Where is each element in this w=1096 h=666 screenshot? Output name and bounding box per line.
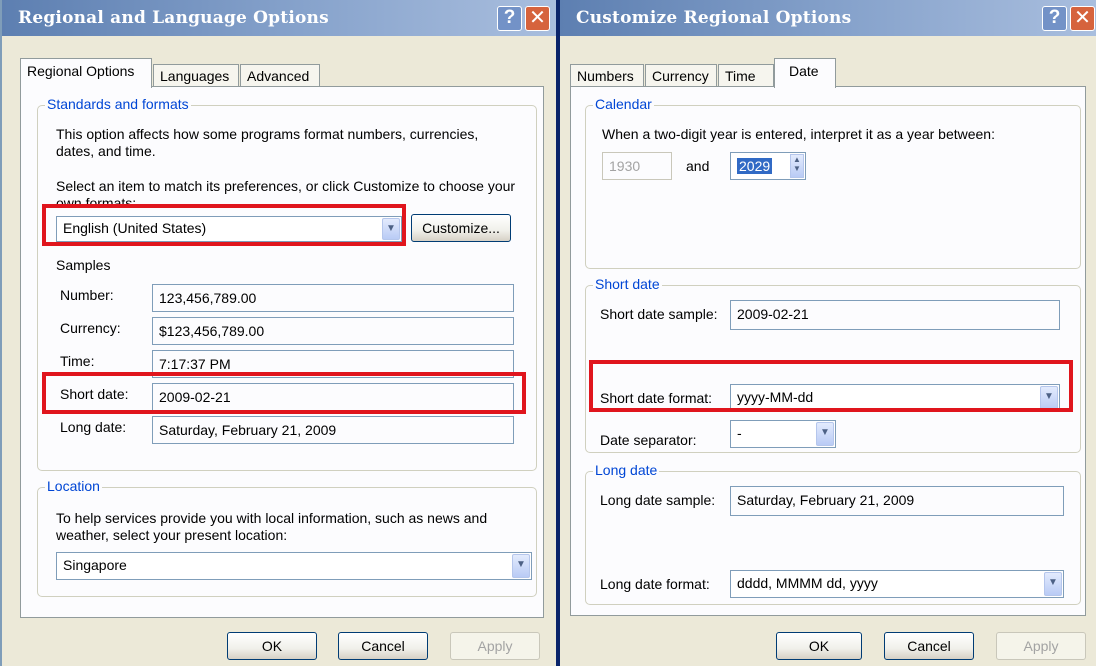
apply-button[interactable]: Apply [996, 632, 1086, 660]
location-dropdown[interactable]: Singapore ▼ [56, 552, 532, 580]
short-date-sample: 2009-02-21 [730, 300, 1060, 330]
tab-currency[interactable]: Currency [645, 64, 717, 88]
close-icon[interactable]: ✕ [525, 6, 550, 31]
title-bar: Customize Regional Options ? ✕ [560, 0, 1096, 36]
location-description: To help services provide you with local … [56, 510, 488, 543]
to-year-value: 2029 [737, 158, 773, 174]
tab-panel: Standards and formats This option affect… [20, 86, 544, 618]
chevron-down-icon[interactable]: ▼ [816, 422, 834, 446]
group-legend: Location [45, 478, 102, 494]
number-label: Number: [60, 287, 114, 303]
samples-label: Samples [56, 257, 111, 273]
date-separator-value: - [737, 425, 742, 441]
currency-label: Currency: [60, 320, 121, 336]
ok-button[interactable]: OK [776, 632, 862, 660]
tab-numbers[interactable]: Numbers [570, 64, 644, 88]
tab-regional-options[interactable]: Regional Options [20, 58, 152, 88]
customize-regional-options-window: Customize Regional Options ? ✕ Numbers C… [560, 0, 1096, 666]
and-label: and [686, 158, 710, 174]
spin-down-icon[interactable]: ▼ [793, 164, 801, 173]
date-separator-dropdown[interactable]: - ▼ [730, 420, 836, 448]
tab-strip: Numbers Currency Time Date [560, 56, 1096, 88]
cancel-button[interactable]: Cancel [338, 632, 428, 660]
window-title: Regional and Language Options [18, 8, 329, 28]
customize-button[interactable]: Customize... [411, 214, 511, 242]
highlight-short-date [42, 372, 526, 414]
tab-strip: Regional Options Languages Advanced [2, 56, 556, 88]
short-date-sample-label: Short date sample: [600, 306, 718, 322]
standards-formats-group: Standards and formats This option affect… [37, 96, 537, 471]
spin-up-icon[interactable]: ▲ [793, 155, 801, 164]
to-year-spinner[interactable]: 2029 ▲ ▼ [730, 152, 806, 180]
group-legend: Standards and formats [45, 96, 191, 112]
ok-button[interactable]: OK [227, 632, 317, 660]
long-date-sample-label: Long date sample: [600, 492, 716, 508]
long-date-format-label: Long date format: [600, 576, 710, 592]
long-date-label: Long date: [60, 419, 127, 435]
from-year-field: 1930 [602, 152, 672, 180]
date-separator-label: Date separator: [600, 432, 697, 448]
title-bar: Regional and Language Options ? ✕ [2, 0, 556, 36]
calendar-group: Calendar When a two-digit year is entere… [585, 96, 1081, 269]
time-label: Time: [60, 353, 95, 369]
long-date-sample: Saturday, February 21, 2009 [730, 486, 1064, 516]
group-legend: Short date [593, 276, 662, 292]
tab-advanced[interactable]: Advanced [240, 64, 320, 88]
long-date-format-dropdown[interactable]: dddd, MMMM dd, yyyy ▼ [730, 570, 1064, 598]
spin-arrows-icon[interactable]: ▲ ▼ [790, 154, 804, 178]
cancel-button[interactable]: Cancel [884, 632, 974, 660]
tab-languages[interactable]: Languages [153, 64, 239, 88]
regional-language-options-window: Regional and Language Options ? ✕ Region… [0, 0, 556, 666]
help-icon[interactable]: ? [1042, 6, 1067, 31]
tab-panel: Calendar When a two-digit year is entere… [570, 86, 1086, 616]
calendar-description: When a two-digit year is entered, interp… [602, 126, 995, 142]
chevron-down-icon[interactable]: ▼ [1044, 572, 1062, 596]
currency-sample: $123,456,789.00 [152, 317, 514, 345]
number-sample: 123,456,789.00 [152, 284, 514, 312]
highlight-format-dropdown [42, 204, 406, 246]
long-date-format-value: dddd, MMMM dd, yyyy [737, 575, 878, 591]
tab-time[interactable]: Time [718, 64, 774, 88]
highlight-short-date-format [589, 360, 1073, 412]
group-legend: Long date [593, 462, 660, 478]
tab-date[interactable]: Date [774, 58, 836, 88]
close-icon[interactable]: ✕ [1070, 6, 1095, 31]
long-date-group: Long date Long date sample: Saturday, Fe… [585, 462, 1081, 605]
location-group: Location To help services provide you wi… [37, 478, 537, 597]
chevron-down-icon[interactable]: ▼ [512, 554, 530, 578]
window-title: Customize Regional Options [576, 8, 852, 28]
group-legend: Calendar [593, 96, 654, 112]
help-icon[interactable]: ? [497, 6, 522, 31]
standards-description: This option affects how some programs fo… [56, 126, 479, 159]
location-value: Singapore [63, 557, 127, 573]
apply-button[interactable]: Apply [450, 632, 540, 660]
long-date-sample: Saturday, February 21, 2009 [152, 416, 514, 444]
